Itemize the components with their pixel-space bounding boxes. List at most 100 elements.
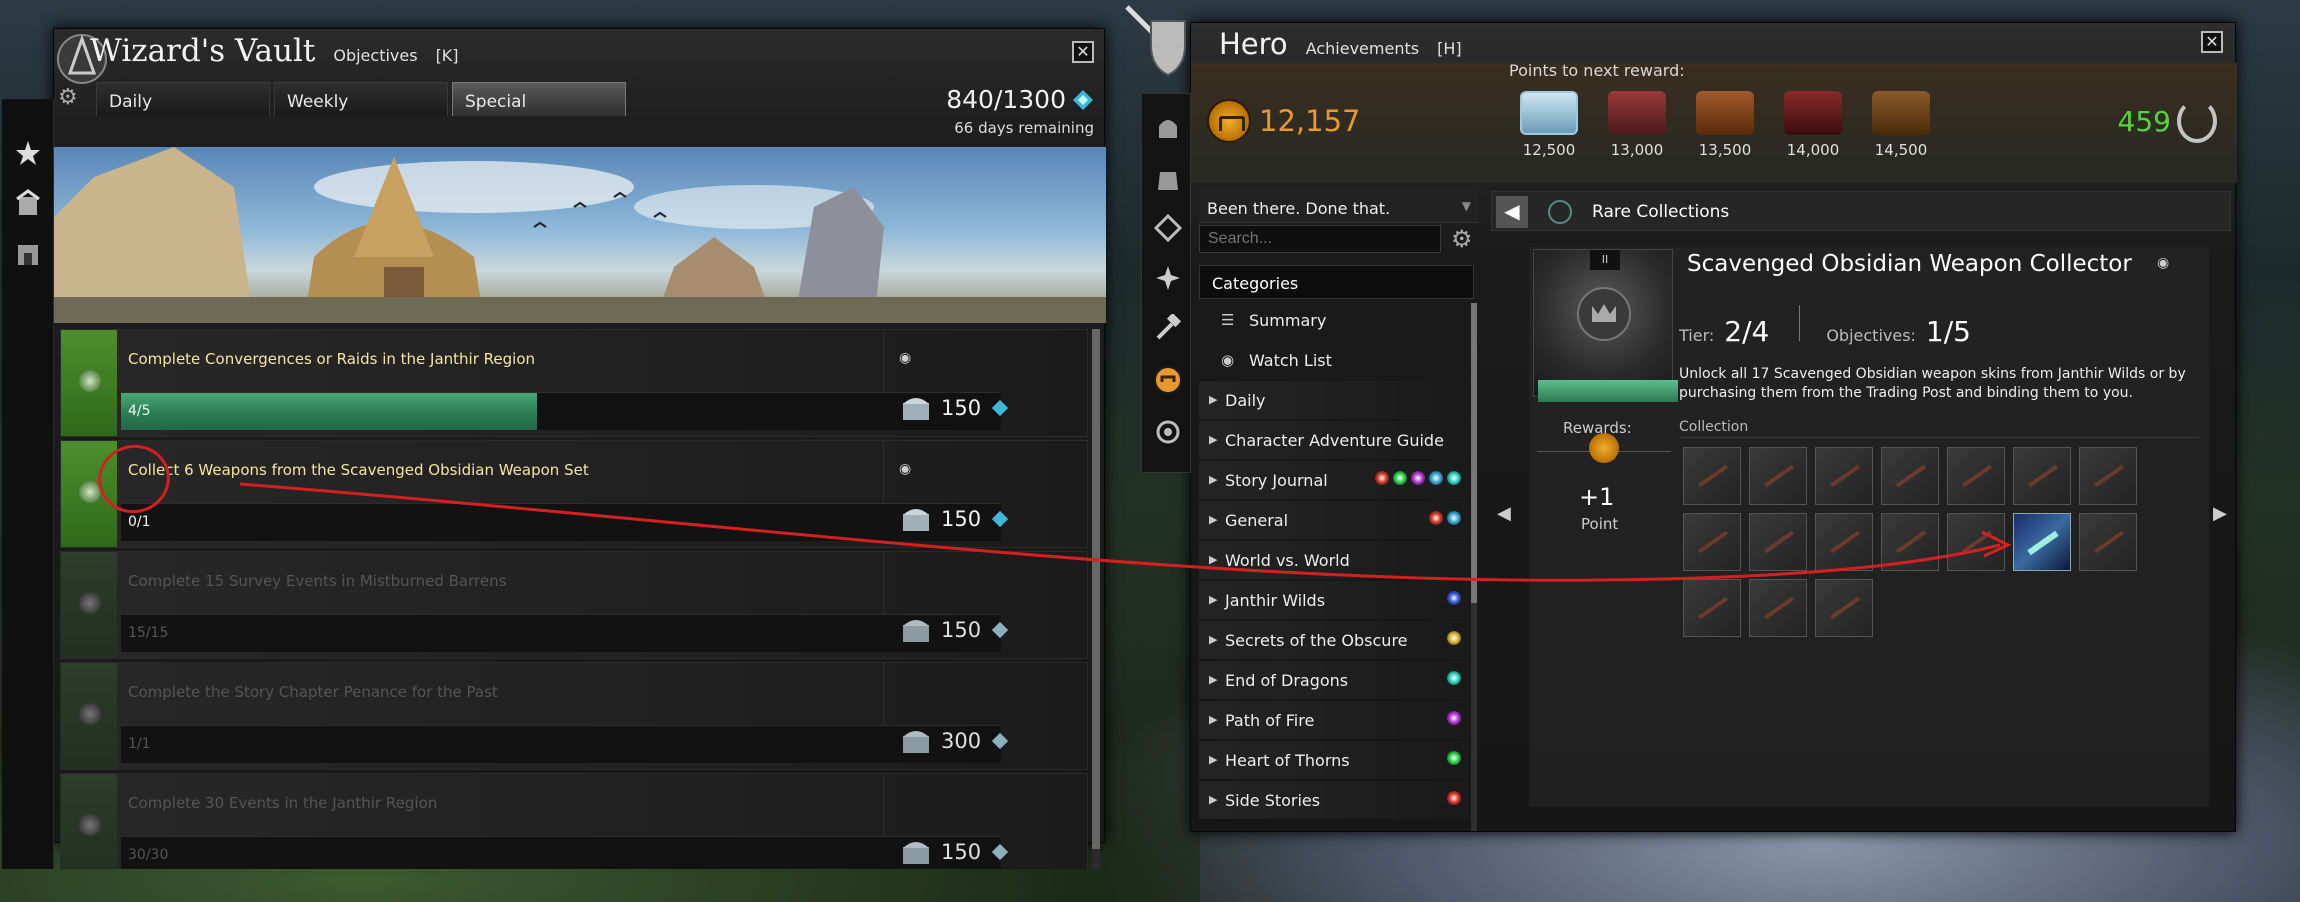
collection-slot-unlocked[interactable]: [2013, 513, 2071, 571]
collection-slot[interactable]: [1815, 513, 1873, 571]
compass-icon[interactable]: [1154, 214, 1182, 242]
watch-eye-icon[interactable]: ◉: [899, 350, 911, 366]
category-item[interactable]: ▶ Daily: [1199, 381, 1469, 419]
collection-slot[interactable]: [1683, 579, 1741, 637]
category-item[interactable]: ◉ Watch List: [1199, 341, 1469, 379]
category-item[interactable]: ▶ Secrets of the Obscure: [1199, 621, 1469, 659]
star-icon[interactable]: [14, 139, 42, 167]
reward-chest[interactable]: 14,500: [1865, 91, 1937, 159]
astral-acclaim-icon: [991, 621, 1009, 639]
reward-chest[interactable]: 13,500: [1689, 91, 1761, 159]
shop-icon[interactable]: [14, 189, 42, 217]
objective-scroll-thumb[interactable]: [1092, 329, 1100, 849]
category-item[interactable]: ▶ Heart of Thorns: [1199, 741, 1469, 779]
category-item[interactable]: ▶ Character Adventure Guide: [1199, 421, 1469, 459]
astral-acclaim-icon: [991, 843, 1009, 861]
collection-slot[interactable]: [1947, 447, 2005, 505]
category-label: Secrets of the Obscure: [1225, 631, 1408, 650]
expand-arrow-icon: ▶: [1209, 753, 1218, 766]
chest-icon: [1696, 91, 1754, 135]
collection-slot[interactable]: [1749, 513, 1807, 571]
next-arrow-icon[interactable]: ▶: [2213, 503, 2227, 524]
wv-side-rail: [2, 99, 54, 869]
collection-slot[interactable]: [1749, 579, 1807, 637]
category-scrollbar[interactable]: [1471, 303, 1477, 831]
category-item[interactable]: ▶ World vs. World: [1199, 541, 1469, 579]
objective-reward: 150: [901, 838, 1009, 866]
collection-slot[interactable]: [2013, 447, 2071, 505]
objective-item[interactable]: Complete the Story Chapter Penance for t…: [60, 662, 1088, 770]
chest-icon: [1520, 91, 1578, 135]
collection-slot[interactable]: [1815, 447, 1873, 505]
collection-slot[interactable]: [1683, 513, 1741, 571]
category-scroll-thumb[interactable]: [1471, 303, 1477, 603]
category-item[interactable]: ▶ End of Dragons: [1199, 661, 1469, 699]
hero-close-button[interactable]: ✕: [2201, 31, 2223, 53]
reward-chest[interactable]: 14,000: [1777, 91, 1849, 159]
collection-slot[interactable]: [1947, 513, 2005, 571]
wv-close-button[interactable]: ✕: [1072, 41, 1094, 63]
astral-acclaim-icon: [991, 399, 1009, 417]
wv-title: Wizard's Vault: [90, 33, 316, 69]
reward-track: Points to next reward: 12,157 12,500 13,…: [1191, 61, 2237, 183]
category-item[interactable]: ▶ Story Journal: [1199, 461, 1469, 499]
reward-value: +1: [1579, 483, 1615, 511]
list-icon: ☰: [1221, 311, 1235, 329]
crafting-hammer-icon[interactable]: [1154, 314, 1182, 342]
prev-arrow-icon[interactable]: ◀: [1497, 503, 1511, 524]
achievement-filter-dropdown[interactable]: Been there. Done that. ▼: [1199, 191, 1479, 223]
category-item[interactable]: ▶ General: [1199, 501, 1469, 539]
objective-item[interactable]: Complete Convergences or Raids in the Ja…: [60, 329, 1088, 437]
tab-weekly[interactable]: Weekly: [274, 82, 448, 116]
collection-slot[interactable]: [1749, 447, 1807, 505]
expand-arrow-icon: ▶: [1209, 673, 1218, 686]
objective-item[interactable]: Collect 6 Weapons from the Scavenged Obs…: [60, 440, 1088, 548]
category-item[interactable]: ☰ Summary: [1199, 301, 1469, 339]
objective-title: Collect 6 Weapons from the Scavenged Obs…: [128, 461, 589, 479]
objective-reward: 150: [901, 394, 1009, 422]
settings-gear-icon[interactable]: ⚙: [1451, 225, 1473, 253]
tab-daily[interactable]: Daily: [96, 82, 270, 116]
collection-slot[interactable]: [2079, 447, 2137, 505]
collection-slot[interactable]: [1881, 447, 1939, 505]
expansion-gem-icon: [1447, 591, 1461, 605]
collection-label: Collection: [1679, 419, 1749, 435]
expansion-gem-icon: [1447, 631, 1461, 645]
collection-breadcrumb: ◀ Rare Collections: [1491, 191, 2231, 231]
rare-collections-icon: [1548, 200, 1572, 224]
bag-icon[interactable]: [1154, 164, 1182, 192]
watch-eye-icon[interactable]: ◉: [2157, 255, 2169, 271]
objective-item[interactable]: Complete 15 Survey Events in Mistburned …: [60, 551, 1088, 659]
category-item[interactable]: ▶ Side Stories: [1199, 781, 1469, 819]
wv-settings-gear-icon[interactable]: ⚙: [58, 85, 78, 110]
category-item[interactable]: ▶ Path of Fire: [1199, 701, 1469, 739]
achievements-icon[interactable]: [1154, 366, 1182, 394]
reward-chest[interactable]: 13,000: [1601, 91, 1673, 159]
objective-item[interactable]: Complete 30 Events in the Janthir Region…: [60, 773, 1088, 869]
back-button[interactable]: ◀: [1496, 196, 1528, 228]
tab-special[interactable]: Special: [452, 82, 626, 116]
watch-eye-icon[interactable]: ◉: [899, 461, 911, 477]
objective-title: Complete 15 Survey Events in Mistburned …: [128, 572, 507, 590]
reward-chest-row: 12,500 13,000 13,500 14,000 14,500: [1513, 91, 1937, 159]
category-item[interactable]: ▶ Janthir Wilds: [1199, 581, 1469, 619]
helmet-icon[interactable]: [1154, 114, 1182, 142]
tier-badge: II: [1590, 250, 1620, 270]
reward-chest-threshold: 14,000: [1786, 141, 1840, 159]
wv-tabs: Daily Weekly Special: [96, 82, 626, 116]
collection-slot[interactable]: [1881, 513, 1939, 571]
collection-slot[interactable]: [1683, 447, 1741, 505]
mastery-star-icon[interactable]: [1154, 264, 1182, 292]
chest-icon: [903, 842, 929, 864]
category-label: Summary: [1249, 311, 1327, 330]
expand-arrow-icon: ▶: [1209, 793, 1218, 806]
collection-slot[interactable]: [1815, 579, 1873, 637]
reward-chest[interactable]: 12,500: [1513, 91, 1585, 159]
wvw-icon[interactable]: [1154, 418, 1182, 446]
collection-slot[interactable]: [2079, 513, 2137, 571]
category-label: Character Adventure Guide: [1225, 431, 1444, 450]
achievement-search-input[interactable]: [1199, 225, 1441, 253]
vault-icon[interactable]: [14, 239, 42, 267]
achievement-detail-column: ◀ Rare Collections ◀ ▶ II Rewards: +1 Po…: [1491, 191, 2231, 827]
category-label: General: [1225, 511, 1289, 530]
